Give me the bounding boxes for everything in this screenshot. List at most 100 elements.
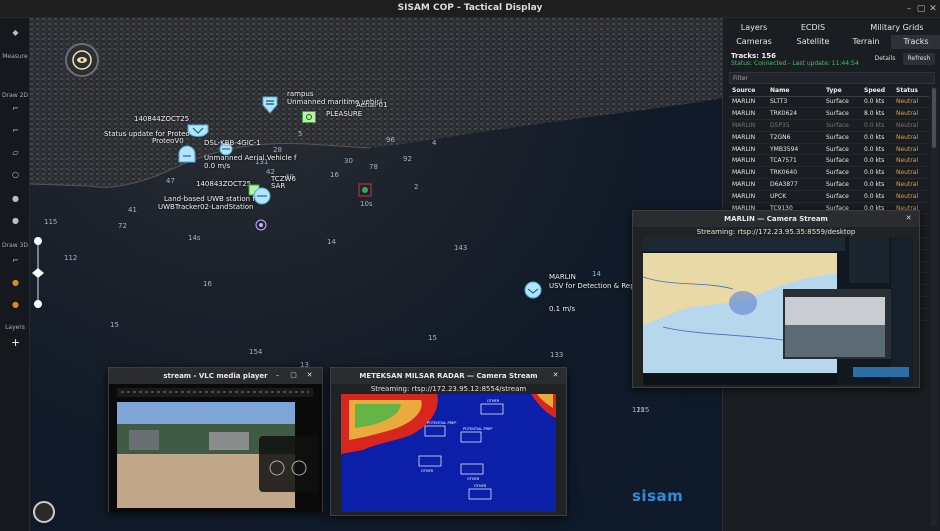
draw-polyline-icon[interactable]: ⌐ bbox=[11, 126, 20, 135]
table-row[interactable]: MARLIN SLTT3 Surface 0.0 kts Neutral bbox=[729, 96, 929, 109]
table-cell: Surface bbox=[823, 96, 861, 109]
track2-id: 140843ZOCT25 bbox=[196, 180, 252, 188]
table-row[interactable]: MARLIN TRK0624 Surface 8.0 kts Neutral bbox=[729, 107, 929, 121]
table-cell: Neutral bbox=[893, 166, 929, 180]
table-cell: TRK0624 bbox=[767, 107, 823, 121]
draw-line-icon[interactable]: ⌐ bbox=[11, 104, 20, 113]
table-scrollbar[interactable] bbox=[931, 86, 937, 526]
track-count: Tracks: 156 bbox=[731, 52, 777, 60]
minimize-icon[interactable]: – bbox=[904, 4, 914, 14]
maximize-icon[interactable]: ▢ bbox=[289, 371, 298, 380]
land-based-label: Land-based UWB station f bbox=[164, 195, 255, 203]
depth-sounding: 133 bbox=[550, 351, 564, 359]
table-cell: T2GN6 bbox=[767, 131, 823, 144]
column-header[interactable]: Source bbox=[729, 86, 767, 97]
vlc-window[interactable]: stream - VLC media player – ▢ ✕ bbox=[108, 367, 323, 512]
pleasure-craft-icon[interactable] bbox=[302, 111, 316, 123]
column-header[interactable]: Name bbox=[767, 86, 823, 97]
table-cell: 0.0 kts bbox=[861, 190, 893, 203]
close-icon[interactable]: ✕ bbox=[305, 371, 314, 380]
depth-sounding: 112 bbox=[64, 254, 78, 262]
close-icon[interactable]: ✕ bbox=[551, 371, 560, 380]
refresh-button[interactable]: Refresh bbox=[903, 53, 935, 65]
depth-sounding: 96 bbox=[386, 136, 395, 144]
table-cell: 8.0 kts bbox=[861, 107, 893, 121]
table-cell: MARLIN bbox=[729, 119, 767, 132]
table-cell: Neutral bbox=[893, 119, 929, 132]
scrollbar-thumb[interactable] bbox=[932, 88, 936, 148]
radar-target-label: OTHER bbox=[474, 484, 487, 488]
minimize-icon[interactable]: – bbox=[273, 371, 282, 380]
draw3d-volume-icon[interactable]: ● bbox=[11, 300, 20, 309]
radar-image: POTENTIAL PREP POTENTIAL PREP OTHER OTHE… bbox=[341, 394, 556, 512]
table-row[interactable]: MARLIN TCA7571 Surface 0.0 kts Neutral bbox=[729, 154, 929, 168]
table-row[interactable]: MARLIN D5P35 Surface 0.0 kts Neutral bbox=[729, 119, 929, 132]
depth-sounding: 4 bbox=[432, 139, 437, 147]
depth-sounding: 2 bbox=[414, 183, 419, 191]
tab-ecdis[interactable]: ECDIS bbox=[785, 21, 841, 35]
draw-circle-icon[interactable]: ○ bbox=[11, 170, 20, 179]
depth-sounding: 14 bbox=[327, 238, 336, 246]
aerial-label: Aerial-01 bbox=[356, 101, 388, 109]
table-row[interactable]: MARLIN D6A3877 Surface 0.0 kts Neutral bbox=[729, 178, 929, 191]
table-row[interactable]: MARLIN TRK0640 Surface 0.0 kts Neutral bbox=[729, 166, 929, 180]
tab-satellite[interactable]: Satellite bbox=[785, 35, 841, 49]
draw3d-point-icon[interactable]: ● bbox=[11, 278, 20, 287]
close-icon[interactable]: ✕ bbox=[904, 214, 913, 223]
table-cell: Surface bbox=[823, 107, 861, 121]
table-cell: Neutral bbox=[893, 143, 929, 156]
table-cell: TCA7571 bbox=[767, 154, 823, 168]
depth-sounding: 72 bbox=[118, 222, 127, 230]
land-station-icon[interactable] bbox=[252, 218, 270, 232]
depth-sounding: 47 bbox=[166, 177, 175, 185]
dsl-label: DSL-KBB-4GIC-1 bbox=[204, 139, 261, 147]
measure-tool-icon[interactable]: ◆ bbox=[11, 28, 20, 37]
column-header[interactable]: Type bbox=[823, 86, 861, 97]
table-cell: TRK0640 bbox=[767, 166, 823, 180]
uav-icon[interactable] bbox=[178, 145, 196, 163]
filter-input[interactable]: Filter bbox=[729, 72, 935, 84]
zoom-slider[interactable] bbox=[30, 236, 46, 308]
draw2d-label: Draw 2D bbox=[1, 92, 28, 99]
details-button[interactable]: Details bbox=[871, 53, 899, 65]
column-header[interactable]: Status bbox=[893, 86, 929, 97]
unmanned-vessel-icon[interactable] bbox=[262, 96, 278, 114]
track1-id: 140844ZOCT25 bbox=[134, 115, 190, 123]
friendly-unit-icon[interactable] bbox=[187, 124, 209, 138]
table-cell: Neutral bbox=[893, 190, 929, 203]
column-header[interactable]: Speed bbox=[861, 86, 893, 97]
tab-military-grids[interactable]: Military Grids bbox=[853, 21, 940, 35]
tab-cameras[interactable]: Cameras bbox=[723, 35, 785, 49]
add-layer-icon[interactable]: + bbox=[11, 337, 20, 348]
sisam-logo: sisam bbox=[632, 487, 684, 505]
marlin-usv-icon[interactable] bbox=[524, 281, 542, 299]
draw-ellipse-icon[interactable]: ● bbox=[11, 194, 20, 203]
pleasure-label: PLEASURE bbox=[326, 110, 363, 118]
depth-sounding: 154 bbox=[249, 348, 263, 356]
hostile-contact-icon[interactable] bbox=[358, 183, 372, 197]
radar-window[interactable]: METEKSAN MILSAR RADAR — Camera Stream ✕ … bbox=[330, 367, 567, 516]
clear-drawings-icon[interactable]: ● bbox=[11, 216, 20, 225]
depth-sounding: 15 bbox=[428, 334, 437, 342]
marlin-desktop-frame bbox=[643, 237, 913, 385]
table-cell: Surface bbox=[823, 119, 861, 132]
table-row[interactable]: MARLIN YMB3594 Surface 0.0 kts Neutral bbox=[729, 143, 929, 156]
app-logo-icon[interactable] bbox=[33, 501, 55, 523]
draw-polygon-icon[interactable]: ▱ bbox=[11, 148, 20, 157]
table-row[interactable]: MARLIN T2GN6 Surface 0.0 kts Neutral bbox=[729, 131, 929, 144]
compass-icon[interactable] bbox=[65, 43, 99, 77]
table-row[interactable]: MARLIN UPCK Surface 0.0 kts Neutral bbox=[729, 190, 929, 203]
tab-layers[interactable]: Layers bbox=[723, 21, 785, 35]
tab-tracks[interactable]: Tracks bbox=[891, 35, 940, 49]
table-cell: MARLIN bbox=[729, 154, 767, 168]
tab-terrain[interactable]: Terrain bbox=[841, 35, 891, 49]
table-header-row: Source Name Type Speed Status bbox=[729, 86, 929, 97]
maximize-icon[interactable]: ▢ bbox=[916, 4, 926, 14]
radar-target-label: OTHER bbox=[487, 399, 500, 403]
marlin-camera-window[interactable]: MARLIN — Camera Stream ✕ Streaming: rtsp… bbox=[632, 210, 920, 388]
table-cell: MARLIN bbox=[729, 96, 767, 109]
close-icon[interactable]: ✕ bbox=[928, 4, 938, 14]
draw3d-line-icon[interactable]: ⌐ bbox=[11, 256, 20, 265]
table-cell: Neutral bbox=[893, 154, 929, 168]
depth-sounding: 5 bbox=[298, 130, 303, 138]
